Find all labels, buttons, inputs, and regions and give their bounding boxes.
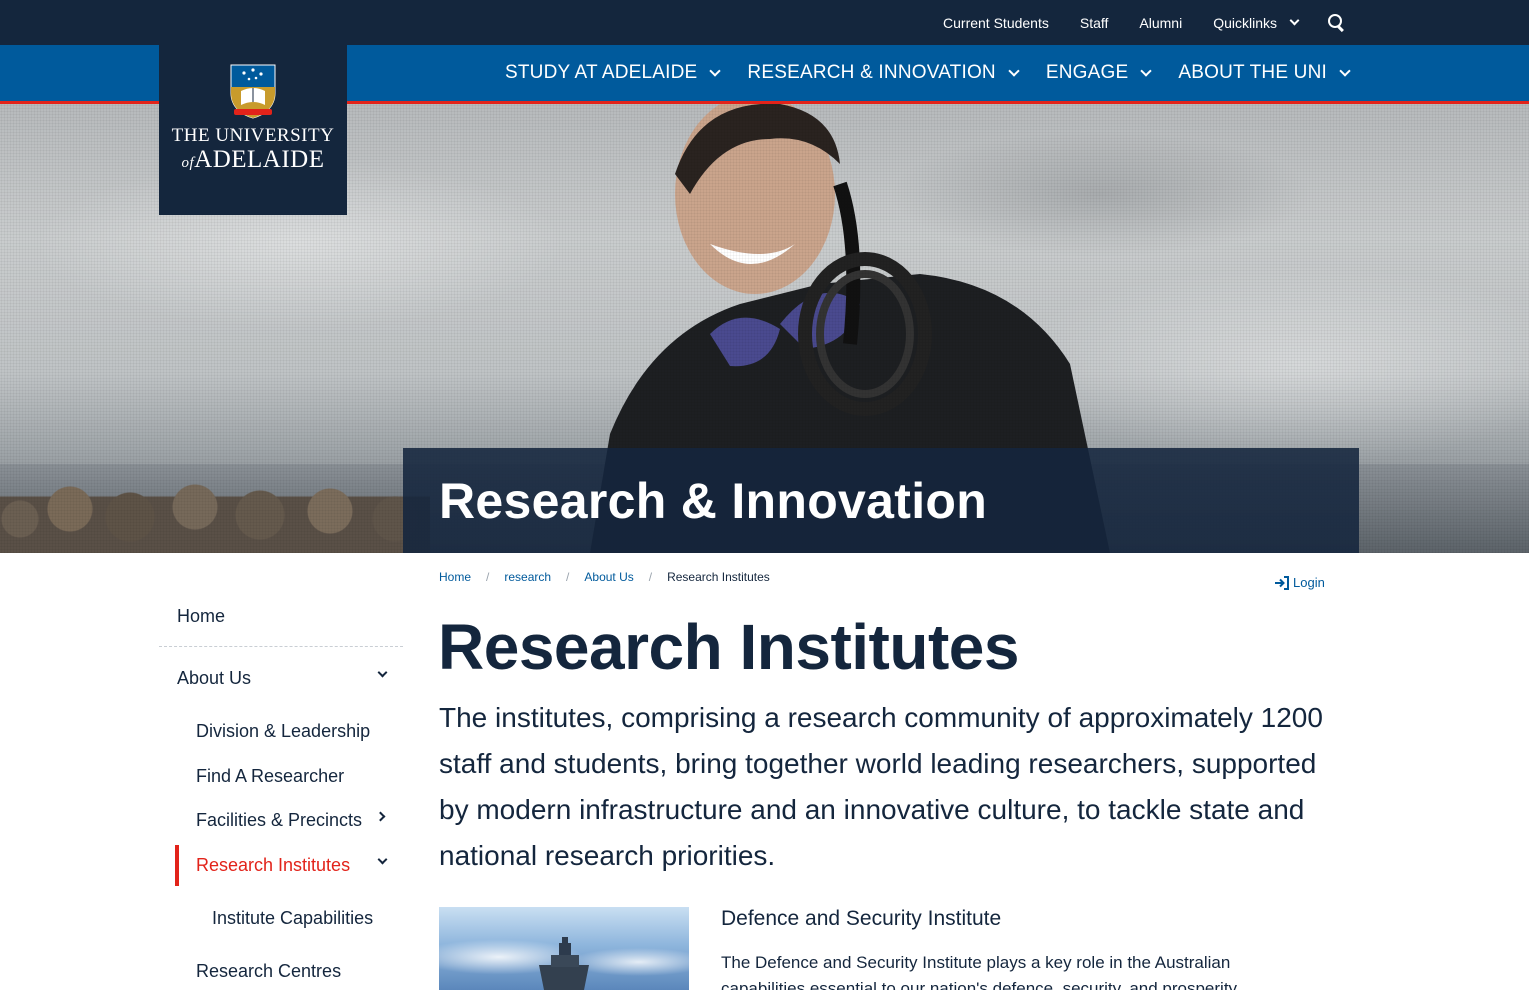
sidebar-item-find-a-researcher[interactable]: Find A Researcher	[196, 766, 344, 787]
card-title-defence[interactable]: Defence and Security Institute	[721, 907, 1001, 931]
university-logo[interactable]: THE UNIVERSITY ofADELAIDE	[159, 45, 347, 215]
breadcrumb-separator: /	[486, 570, 490, 584]
login-icon	[1275, 575, 1289, 590]
page-title: Research Institutes	[438, 611, 1019, 683]
warship-image	[539, 937, 589, 990]
nav-label: ABOUT THE UNI	[1178, 62, 1327, 83]
nav-research-innovation[interactable]: RESEARCH & INNOVATION	[747, 62, 1020, 84]
intro-paragraph: The institutes, comprising a research co…	[439, 702, 1323, 871]
breadcrumb-research[interactable]: research	[504, 570, 551, 584]
logo-text-line2: ofADELAIDE	[181, 147, 324, 172]
login-link[interactable]: Login	[1274, 575, 1325, 590]
card-text-defence: The Defence and Security Institute plays…	[721, 953, 1241, 990]
chevron-down-icon	[1289, 15, 1300, 26]
logo-adelaide: ADELAIDE	[194, 146, 325, 173]
quicklinks-dropdown[interactable]: Quicklinks	[1213, 14, 1300, 31]
active-indicator	[175, 845, 179, 886]
nav-study-at-adelaide[interactable]: STUDY AT ADELAIDE	[505, 62, 722, 84]
breadcrumb-separator: /	[648, 570, 653, 584]
chevron-down-icon	[709, 64, 722, 77]
utility-link-current-students[interactable]: Current Students	[943, 15, 1049, 31]
university-crest-icon	[230, 64, 276, 119]
sidebar-item-division-leadership[interactable]: Division & Leadership	[196, 721, 370, 742]
chevron-down-icon	[1008, 64, 1020, 77]
nav-label: ENGAGE	[1045, 62, 1129, 83]
sidebar-item-facilities-precincts[interactable]: Facilities & Precincts	[196, 810, 362, 831]
utility-bar: Current Students Staff Alumni Quicklinks	[0, 0, 1529, 45]
utility-link-staff[interactable]: Staff	[1080, 15, 1109, 31]
chevron-down-icon[interactable]	[377, 854, 388, 865]
login-label: Login	[1293, 575, 1325, 590]
sidebar-divider	[159, 646, 403, 647]
quicklinks-label: Quicklinks	[1213, 14, 1277, 31]
chevron-right-icon[interactable]	[375, 811, 386, 822]
breadcrumb: Home / research / About Us / Research In…	[439, 570, 770, 584]
logo-of: of	[181, 155, 195, 171]
utility-link-alumni[interactable]: Alumni	[1139, 15, 1182, 31]
card-image-defence[interactable]	[439, 907, 689, 990]
nav-engage[interactable]: ENGAGE	[1045, 62, 1153, 84]
search-icon[interactable]	[1328, 13, 1346, 32]
sidebar-item-home[interactable]: Home	[177, 606, 225, 627]
chevron-down-icon	[1339, 64, 1351, 77]
main-nav-items: STUDY AT ADELAIDE RESEARCH & INNOVATION …	[477, 45, 1351, 101]
breadcrumb-separator: /	[566, 570, 570, 584]
chevron-down-icon	[1140, 64, 1153, 77]
hero-title-box: Research & Innovation	[403, 448, 1359, 553]
nav-label: RESEARCH & INNOVATION	[747, 62, 996, 83]
breadcrumb-about-us[interactable]: About Us	[584, 570, 633, 584]
breadcrumb-current: Research Institutes	[667, 570, 770, 584]
logo-text-line1: THE UNIVERSITY	[171, 125, 335, 146]
utility-links: Current Students Staff Alumni Quicklinks	[912, 0, 1346, 45]
chevron-down-icon[interactable]	[377, 667, 388, 678]
sidebar-item-about-us[interactable]: About Us	[177, 668, 251, 689]
sidebar-item-research-institutes[interactable]: Research Institutes	[196, 855, 350, 876]
sidebar-item-institute-capabilities[interactable]: Institute Capabilities	[212, 908, 373, 929]
nav-about-the-uni[interactable]: ABOUT THE UNI	[1178, 62, 1351, 84]
nav-label: STUDY AT ADELAIDE	[505, 62, 698, 83]
breadcrumb-home[interactable]: Home	[439, 570, 471, 584]
sidebar-item-research-centres[interactable]: Research Centres	[196, 961, 341, 982]
hero-title: Research & Innovation	[439, 473, 988, 529]
